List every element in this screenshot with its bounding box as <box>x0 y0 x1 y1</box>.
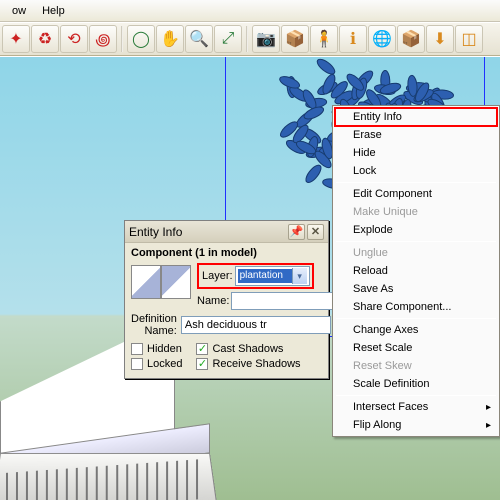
menu-unglue: Unglue <box>335 244 497 262</box>
info-icon[interactable]: ℹ <box>339 25 367 53</box>
name-label: Name: <box>197 295 231 307</box>
pin-icon[interactable]: 📌 <box>288 224 305 240</box>
menu-share-component[interactable]: Share Component... <box>335 298 497 316</box>
menu-separator <box>336 395 496 396</box>
person-icon[interactable]: 🧍 <box>310 25 338 53</box>
layer-value: plantation <box>238 269 292 283</box>
toolbar-separator <box>121 26 123 52</box>
menu-separator <box>336 318 496 319</box>
toolbar: ✦ ♻ ⟲ ꩜ ◯ ✋ 🔍 ⤢ 📷 📦 🧍 ℹ 🌐 📦 ⬇ ◫ <box>0 22 500 56</box>
definition-label: Definition Name: <box>131 313 181 337</box>
entity-info-dialog: Entity Info 📌 ✕ Component (1 in model) L… <box>124 220 329 379</box>
hidden-checkbox[interactable]: Hidden <box>131 343 182 355</box>
menu-erase[interactable]: Erase <box>335 126 497 144</box>
chevron-down-icon[interactable]: ▾ <box>292 268 307 284</box>
close-icon[interactable]: ✕ <box>307 224 324 240</box>
toolbar-separator <box>246 26 248 52</box>
menu-bar: ow Help <box>0 0 500 22</box>
menu-save-as[interactable]: Save As <box>335 280 497 298</box>
component-header: Component (1 in model) <box>131 247 322 259</box>
pan-icon[interactable]: ✋ <box>156 25 184 53</box>
menu-reload[interactable]: Reload <box>335 262 497 280</box>
menu-explode[interactable]: Explode <box>335 221 497 239</box>
menu-reset-scale[interactable]: Reset Scale <box>335 339 497 357</box>
menu-window-partial[interactable]: ow <box>4 3 34 19</box>
context-menu: Entity Info Erase Hide Lock Edit Compone… <box>332 105 500 437</box>
get-models-icon[interactable]: 📦 <box>397 25 425 53</box>
menu-hide[interactable]: Hide <box>335 144 497 162</box>
menu-change-axes[interactable]: Change Axes <box>335 321 497 339</box>
cast-shadows-checkbox[interactable]: ✓Cast Shadows <box>196 343 300 355</box>
menu-separator <box>336 241 496 242</box>
red-star-icon[interactable]: ✦ <box>2 25 30 53</box>
zoom-icon[interactable]: 🔍 <box>185 25 213 53</box>
swirl-icon[interactable]: ♻ <box>31 25 59 53</box>
menu-entity-info[interactable]: Entity Info <box>335 108 497 126</box>
receive-shadows-checkbox[interactable]: ✓Receive Shadows <box>196 358 300 370</box>
zoom-extents-icon[interactable]: ⤢ <box>214 25 242 53</box>
warehouse-icon[interactable]: 🌐 <box>368 25 396 53</box>
component-icon[interactable]: 📦 <box>281 25 309 53</box>
menu-make-unique: Make Unique <box>335 203 497 221</box>
layer-select[interactable]: plantation ▾ <box>235 266 310 286</box>
layer-label: Layer: <box>200 270 235 282</box>
menu-reset-skew: Reset Skew <box>335 357 497 375</box>
menu-separator <box>336 182 496 183</box>
dialog-titlebar[interactable]: Entity Info 📌 ✕ <box>125 221 328 243</box>
camera-icon[interactable]: 📷 <box>252 25 280 53</box>
menu-lock[interactable]: Lock <box>335 162 497 180</box>
orbit-icon[interactable]: ◯ <box>127 25 155 53</box>
menu-edit-component[interactable]: Edit Component <box>335 185 497 203</box>
material-swatches[interactable] <box>131 265 191 309</box>
menu-flip-along[interactable]: Flip Along <box>335 416 497 434</box>
definition-field[interactable] <box>181 316 331 334</box>
locked-checkbox[interactable]: Locked <box>131 358 182 370</box>
download-icon[interactable]: ⬇ <box>426 25 454 53</box>
outliner-icon[interactable]: ◫ <box>455 25 483 53</box>
rotate-icon[interactable]: ⟲ <box>60 25 88 53</box>
dialog-title: Entity Info <box>129 225 286 239</box>
menu-intersect-faces[interactable]: Intersect Faces <box>335 398 497 416</box>
menu-help[interactable]: Help <box>34 3 73 19</box>
menu-scale-definition[interactable]: Scale Definition <box>335 375 497 393</box>
spiral-icon[interactable]: ꩜ <box>89 25 117 53</box>
